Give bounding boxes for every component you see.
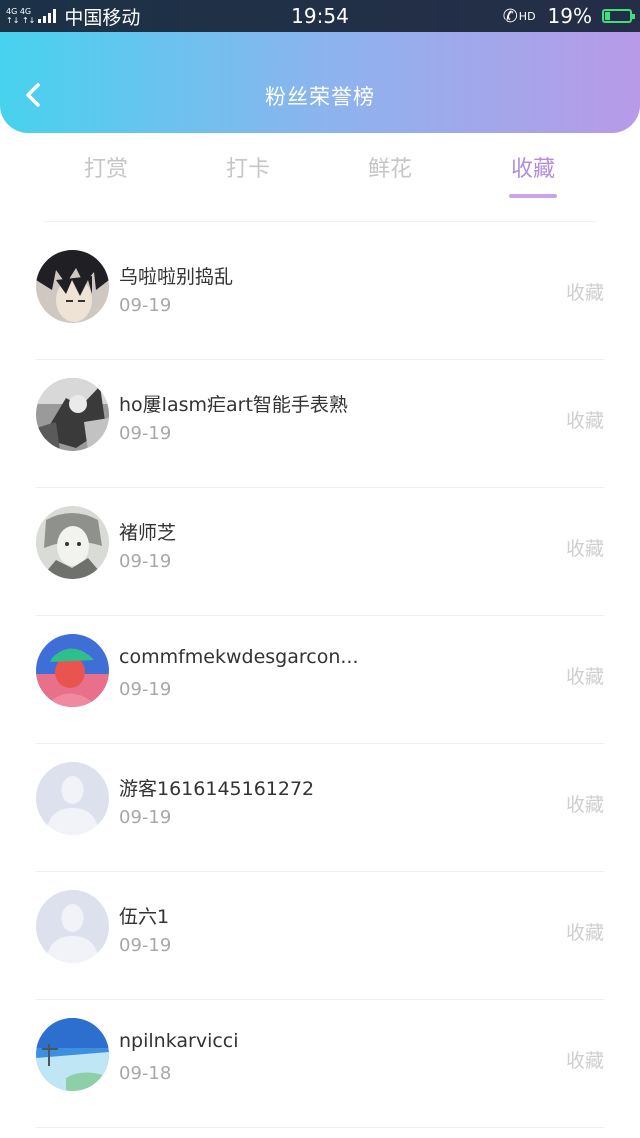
avatar[interactable] (36, 890, 109, 963)
page-title: 粉丝荣誉榜 (265, 85, 375, 109)
fan-name: 褚师芝 (119, 522, 177, 544)
favorite-label: 收藏 (565, 410, 604, 432)
fan-date: 09-19 (119, 295, 172, 316)
favorite-label: 收藏 (565, 538, 604, 560)
favorite-label: 收藏 (565, 1050, 604, 1072)
status-bar: 4G 4G ↑↓ ↑↓ 中国移动 19:54 ✆ HD 19% (0, 0, 640, 32)
status-right: ✆ HD 19% (502, 0, 635, 32)
favorite-label: 收藏 (565, 922, 604, 944)
fan-name: 游客1616145161272 (119, 778, 315, 800)
favorite-label: 收藏 (565, 282, 604, 304)
battery-fill (605, 12, 610, 20)
hd-badge: HD (518, 9, 536, 23)
tab-xianhua[interactable]: 鲜花 (345, 150, 435, 190)
divider (44, 221, 596, 222)
tab-shoucang[interactable]: 收藏 (488, 150, 578, 190)
avatar[interactable] (36, 634, 109, 707)
avatar[interactable] (36, 506, 109, 579)
battery-percent: 19% (547, 4, 592, 28)
list-item[interactable]: commfmekwdesgarcon... 09-19 收藏 (0, 616, 640, 744)
list-item[interactable]: 游客1616145161272 09-19 收藏 (0, 744, 640, 872)
avatar[interactable] (36, 378, 109, 451)
list-item[interactable]: ho屢lasm疟art智能手表熟 09-19 收藏 (0, 360, 640, 488)
fan-date: 09-19 (119, 807, 172, 828)
fan-date: 09-19 (119, 679, 172, 700)
phone-icon: ✆ (502, 5, 518, 27)
default-avatar-icon (36, 890, 109, 963)
fan-date: 09-19 (119, 423, 172, 444)
favorite-label: 收藏 (565, 794, 604, 816)
fan-name: commfmekwdesgarcon... (119, 646, 359, 668)
avatar[interactable] (36, 762, 109, 835)
tab-dashang[interactable]: 打赏 (61, 150, 151, 190)
list-item[interactable]: 伍六1 09-19 收藏 (0, 872, 640, 1000)
tab-bar: 打赏 打卡 鲜花 收藏 (0, 140, 640, 220)
avatar[interactable] (36, 1018, 109, 1091)
fan-date: 09-19 (119, 935, 172, 956)
battery-icon (602, 9, 635, 23)
fan-date: 09-18 (119, 1063, 172, 1084)
fan-name: 伍六1 (119, 906, 170, 928)
header-bar: 4G 4G ↑↓ ↑↓ 中国移动 19:54 ✆ HD 19% 粉丝荣誉榜 (0, 0, 640, 133)
favorite-label: 收藏 (565, 666, 604, 688)
active-tab-indicator (509, 194, 557, 198)
fan-name: npilnkarvicci (119, 1030, 239, 1052)
fan-name: 乌啦啦别捣乱 (119, 266, 234, 288)
row-divider (36, 1127, 604, 1128)
list-item[interactable]: npilnkarvicci 09-18 收藏 (0, 1000, 640, 1128)
fan-date: 09-19 (119, 551, 172, 572)
avatar[interactable] (36, 250, 109, 323)
fan-name: ho屢lasm疟art智能手表熟 (119, 394, 348, 416)
list-item[interactable]: 乌啦啦别捣乱 09-19 收藏 (0, 232, 640, 360)
fan-list: 乌啦啦别捣乱 09-19 收藏 ho屢lasm疟art智能手表熟 09-19 收… (0, 232, 640, 1128)
default-avatar-icon (36, 762, 109, 835)
tab-daka[interactable]: 打卡 (203, 150, 293, 190)
list-item[interactable]: 褚师芝 09-19 收藏 (0, 488, 640, 616)
